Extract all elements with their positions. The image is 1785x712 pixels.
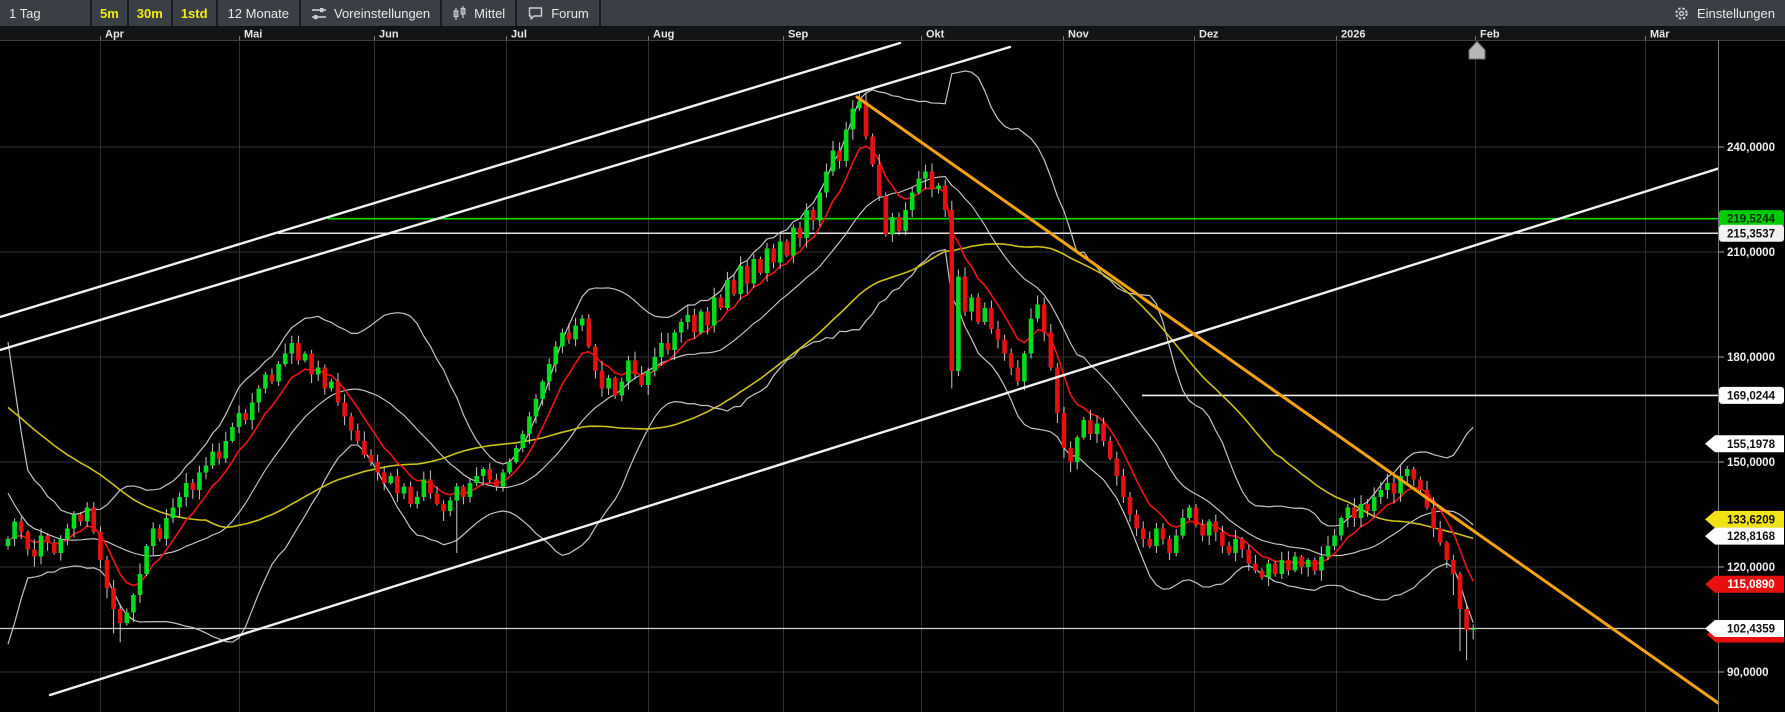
gear-icon [1673, 5, 1690, 22]
price-badge-label: 102,4359 [1727, 623, 1775, 635]
timeframe-1tag-button[interactable]: 1 Tag [0, 0, 92, 26]
forum-button[interactable]: Forum [517, 0, 601, 26]
month-label: Dez [1199, 29, 1219, 41]
price-badge-label: 169,0244 [1727, 390, 1776, 402]
price-badge[interactable]: 169,0244 [1719, 387, 1784, 404]
month-label: Sep [788, 29, 808, 41]
price-badge[interactable]: 128,8168 [1705, 528, 1784, 545]
month-label: Nov [1068, 29, 1090, 41]
price-badge-label: 155,1978 [1727, 439, 1776, 451]
forum-label: Forum [551, 6, 589, 21]
range-12monate-button[interactable]: 12 Monate [218, 0, 301, 26]
speech-bubble-icon [527, 5, 544, 21]
price-badge[interactable]: 215,3537 [1719, 225, 1784, 242]
month-label: Mär [1650, 29, 1670, 41]
month-label: Apr [105, 29, 125, 41]
y-axis-grid-label: 240,0000 [1727, 142, 1775, 154]
price-badge[interactable]: 155,1978 [1705, 435, 1784, 452]
month-label: Aug [653, 29, 674, 41]
toolbar-spacer [601, 0, 1663, 26]
toolbar: 1 Tag 5m 30m 1std 12 Monate Voreinstellu… [0, 0, 1785, 27]
month-label: Mai [244, 29, 262, 41]
price-badge-label: 219,5244 [1727, 214, 1776, 226]
candlesticks-icon [452, 5, 467, 21]
price-badge[interactable]: 115,0890 [1705, 576, 1784, 593]
timeframe-30m-button[interactable]: 30m [129, 0, 173, 26]
price-badge-label: 215,3537 [1727, 228, 1775, 240]
trading-chart-app: 1 Tag 5m 30m 1std 12 Monate Voreinstellu… [0, 0, 1785, 712]
price-badge[interactable]: 133,6209 [1705, 511, 1784, 528]
sliders-icon [311, 6, 327, 21]
plot-background [0, 40, 1785, 712]
price-badge-label: 133,6209 [1727, 514, 1775, 526]
y-axis-grid-label: 120,0000 [1727, 562, 1775, 574]
einstellungen-label: Einstellungen [1697, 6, 1775, 21]
mittel-button[interactable]: Mittel [442, 0, 517, 26]
chart-canvas[interactable]: Apr Mai Jun Jul Aug Sep Okt Nov Dez 2026 Feb Mär 240… [0, 27, 1785, 712]
month-label: Jul [511, 29, 527, 41]
month-strip [0, 27, 1785, 40]
price-badge-label: 128,8168 [1727, 531, 1776, 543]
timeframe-5m-button[interactable]: 5m [92, 0, 129, 26]
month-label: 2026 [1341, 29, 1365, 41]
y-axis-grid-label: 150,0000 [1727, 457, 1775, 469]
month-label: Feb [1480, 29, 1500, 41]
voreinstellungen-button[interactable]: Voreinstellungen [301, 0, 442, 26]
price-badge[interactable]: 219,5244 [1719, 210, 1784, 227]
month-label: Okt [926, 29, 945, 41]
y-axis-grid-label: 180,0000 [1727, 352, 1775, 364]
price-badge-label: 115,0890 [1727, 579, 1774, 591]
mittel-label: Mittel [474, 6, 505, 21]
voreinstellungen-label: Voreinstellungen [334, 6, 430, 21]
timeframe-1std-button[interactable]: 1std [173, 0, 218, 26]
price-badge[interactable]: 102,4359 [1705, 620, 1784, 643]
y-axis-grid-label: 210,0000 [1727, 247, 1775, 259]
month-label: Jun [379, 29, 399, 41]
y-axis-grid-label: 90,0000 [1727, 667, 1769, 679]
einstellungen-button[interactable]: Einstellungen [1663, 0, 1785, 26]
